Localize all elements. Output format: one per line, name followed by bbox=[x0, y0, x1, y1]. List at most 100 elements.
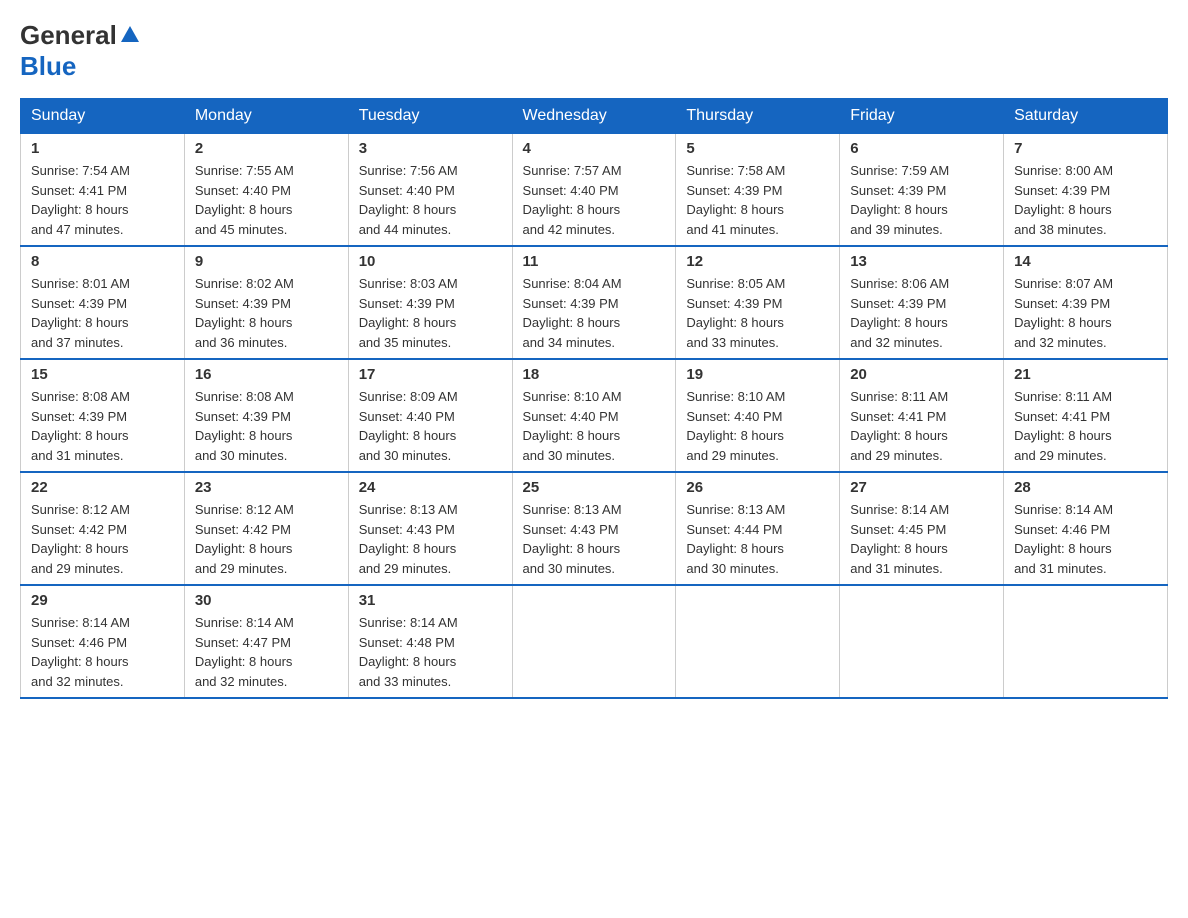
day-info: Sunrise: 8:04 AMSunset: 4:39 PMDaylight:… bbox=[523, 276, 622, 350]
day-info: Sunrise: 8:13 AMSunset: 4:43 PMDaylight:… bbox=[359, 502, 458, 576]
calendar-week-row: 8 Sunrise: 8:01 AMSunset: 4:39 PMDaylight… bbox=[21, 246, 1168, 359]
day-info: Sunrise: 8:13 AMSunset: 4:44 PMDaylight:… bbox=[686, 502, 785, 576]
calendar-header-tuesday: Tuesday bbox=[348, 99, 512, 134]
calendar-day-cell: 26 Sunrise: 8:13 AMSunset: 4:44 PMDayligh… bbox=[676, 472, 840, 585]
calendar-day-cell: 31 Sunrise: 8:14 AMSunset: 4:48 PMDayligh… bbox=[348, 585, 512, 698]
day-number: 5 bbox=[686, 140, 829, 157]
day-info: Sunrise: 8:12 AMSunset: 4:42 PMDaylight:… bbox=[195, 502, 294, 576]
calendar-day-cell: 16Sunrise: 8:08 AMSunset: 4:39 PMDayligh… bbox=[184, 359, 348, 472]
calendar-day-cell bbox=[840, 585, 1004, 698]
day-number: 14 bbox=[1014, 253, 1157, 270]
logo-triangle-icon bbox=[121, 26, 139, 47]
day-info: Sunrise: 8:03 AMSunset: 4:39 PMDaylight:… bbox=[359, 276, 458, 350]
day-info: Sunrise: 8:12 AMSunset: 4:42 PMDaylight:… bbox=[31, 502, 130, 576]
day-number: 12 bbox=[686, 253, 829, 270]
calendar-day-cell: 30 Sunrise: 8:14 AMSunset: 4:47 PMDayligh… bbox=[184, 585, 348, 698]
calendar-day-cell: 9 Sunrise: 8:02 AMSunset: 4:39 PMDaylight… bbox=[184, 246, 348, 359]
day-number: 4 bbox=[523, 140, 666, 157]
calendar-header-thursday: Thursday bbox=[676, 99, 840, 134]
calendar-header-wednesday: Wednesday bbox=[512, 99, 676, 134]
day-info: Sunrise: 8:10 AMSunset: 4:40 PMDaylight:… bbox=[523, 389, 622, 463]
calendar-day-cell: 7Sunrise: 8:00 AMSunset: 4:39 PMDaylight… bbox=[1004, 134, 1168, 247]
day-number: 1 bbox=[31, 140, 174, 157]
day-number: 23 bbox=[195, 479, 338, 496]
calendar-day-cell bbox=[676, 585, 840, 698]
day-number: 15 bbox=[31, 366, 174, 383]
calendar-day-cell: 3 Sunrise: 7:56 AMSunset: 4:40 PMDaylight… bbox=[348, 134, 512, 247]
calendar-day-cell: 11 Sunrise: 8:04 AMSunset: 4:39 PMDayligh… bbox=[512, 246, 676, 359]
calendar-day-cell: 28 Sunrise: 8:14 AMSunset: 4:46 PMDayligh… bbox=[1004, 472, 1168, 585]
calendar-week-row: 22Sunrise: 8:12 AMSunset: 4:42 PMDayligh… bbox=[21, 472, 1168, 585]
day-number: 9 bbox=[195, 253, 338, 270]
calendar-day-cell: 12 Sunrise: 8:05 AMSunset: 4:39 PMDayligh… bbox=[676, 246, 840, 359]
day-info: Sunrise: 8:14 AMSunset: 4:48 PMDaylight:… bbox=[359, 615, 458, 689]
calendar-day-cell: 27 Sunrise: 8:14 AMSunset: 4:45 PMDayligh… bbox=[840, 472, 1004, 585]
day-number: 10 bbox=[359, 253, 502, 270]
calendar-day-cell: 20 Sunrise: 8:11 AMSunset: 4:41 PMDayligh… bbox=[840, 359, 1004, 472]
day-info: Sunrise: 8:06 AMSunset: 4:39 PMDaylight:… bbox=[850, 276, 949, 350]
calendar-day-cell: 14Sunrise: 8:07 AMSunset: 4:39 PMDayligh… bbox=[1004, 246, 1168, 359]
calendar-day-cell bbox=[1004, 585, 1168, 698]
calendar-day-cell: 22Sunrise: 8:12 AMSunset: 4:42 PMDayligh… bbox=[21, 472, 185, 585]
day-number: 17 bbox=[359, 366, 502, 383]
calendar-day-cell: 15 Sunrise: 8:08 AMSunset: 4:39 PMDayligh… bbox=[21, 359, 185, 472]
day-number: 6 bbox=[850, 140, 993, 157]
day-number: 18 bbox=[523, 366, 666, 383]
day-info: Sunrise: 8:13 AMSunset: 4:43 PMDaylight:… bbox=[523, 502, 622, 576]
calendar-day-cell: 24 Sunrise: 8:13 AMSunset: 4:43 PMDayligh… bbox=[348, 472, 512, 585]
calendar-header-sunday: Sunday bbox=[21, 99, 185, 134]
day-number: 26 bbox=[686, 479, 829, 496]
calendar-header-friday: Friday bbox=[840, 99, 1004, 134]
day-info: Sunrise: 8:14 AMSunset: 4:45 PMDaylight:… bbox=[850, 502, 949, 576]
calendar-header-saturday: Saturday bbox=[1004, 99, 1168, 134]
calendar-table: SundayMondayTuesdayWednesdayThursdayFrid… bbox=[20, 98, 1168, 699]
day-number: 8 bbox=[31, 253, 174, 270]
calendar-day-cell: 19 Sunrise: 8:10 AMSunset: 4:40 PMDayligh… bbox=[676, 359, 840, 472]
calendar-day-cell: 6 Sunrise: 7:59 AMSunset: 4:39 PMDaylight… bbox=[840, 134, 1004, 247]
day-info: Sunrise: 8:14 AMSunset: 4:46 PMDaylight:… bbox=[31, 615, 130, 689]
calendar-week-row: 1Sunrise: 7:54 AMSunset: 4:41 PMDaylight… bbox=[21, 134, 1168, 247]
day-info: Sunrise: 8:08 AMSunset: 4:39 PMDaylight:… bbox=[31, 389, 130, 463]
calendar-day-cell: 25 Sunrise: 8:13 AMSunset: 4:43 PMDayligh… bbox=[512, 472, 676, 585]
day-info: Sunrise: 7:55 AMSunset: 4:40 PMDaylight:… bbox=[195, 163, 294, 237]
calendar-day-cell: 13Sunrise: 8:06 AMSunset: 4:39 PMDayligh… bbox=[840, 246, 1004, 359]
day-info: Sunrise: 8:02 AMSunset: 4:39 PMDaylight:… bbox=[195, 276, 294, 350]
day-number: 25 bbox=[523, 479, 666, 496]
day-info: Sunrise: 7:56 AMSunset: 4:40 PMDaylight:… bbox=[359, 163, 458, 237]
day-info: Sunrise: 8:05 AMSunset: 4:39 PMDaylight:… bbox=[686, 276, 785, 350]
day-info: Sunrise: 7:59 AMSunset: 4:39 PMDaylight:… bbox=[850, 163, 949, 237]
day-number: 31 bbox=[359, 592, 502, 609]
calendar-day-cell: 18 Sunrise: 8:10 AMSunset: 4:40 PMDayligh… bbox=[512, 359, 676, 472]
calendar-day-cell bbox=[512, 585, 676, 698]
day-number: 11 bbox=[523, 253, 666, 270]
day-number: 2 bbox=[195, 140, 338, 157]
day-info: Sunrise: 8:01 AMSunset: 4:39 PMDaylight:… bbox=[31, 276, 130, 350]
day-info: Sunrise: 8:09 AMSunset: 4:40 PMDaylight:… bbox=[359, 389, 458, 463]
day-number: 24 bbox=[359, 479, 502, 496]
day-number: 19 bbox=[686, 366, 829, 383]
day-number: 28 bbox=[1014, 479, 1157, 496]
calendar-day-cell: 4 Sunrise: 7:57 AMSunset: 4:40 PMDaylight… bbox=[512, 134, 676, 247]
day-info: Sunrise: 8:10 AMSunset: 4:40 PMDaylight:… bbox=[686, 389, 785, 463]
day-info: Sunrise: 7:57 AMSunset: 4:40 PMDaylight:… bbox=[523, 163, 622, 237]
day-number: 20 bbox=[850, 366, 993, 383]
day-number: 21 bbox=[1014, 366, 1157, 383]
calendar-week-row: 15 Sunrise: 8:08 AMSunset: 4:39 PMDayligh… bbox=[21, 359, 1168, 472]
day-number: 27 bbox=[850, 479, 993, 496]
day-info: Sunrise: 8:00 AMSunset: 4:39 PMDaylight:… bbox=[1014, 163, 1113, 237]
calendar-header-monday: Monday bbox=[184, 99, 348, 134]
calendar-day-cell: 21 Sunrise: 8:11 AMSunset: 4:41 PMDayligh… bbox=[1004, 359, 1168, 472]
day-info: Sunrise: 8:11 AMSunset: 4:41 PMDaylight:… bbox=[1014, 389, 1112, 463]
calendar-day-cell: 5Sunrise: 7:58 AMSunset: 4:39 PMDaylight… bbox=[676, 134, 840, 247]
day-number: 30 bbox=[195, 592, 338, 609]
calendar-day-cell: 23 Sunrise: 8:12 AMSunset: 4:42 PMDayligh… bbox=[184, 472, 348, 585]
calendar-day-cell: 1Sunrise: 7:54 AMSunset: 4:41 PMDaylight… bbox=[21, 134, 185, 247]
day-number: 3 bbox=[359, 140, 502, 157]
day-info: Sunrise: 8:14 AMSunset: 4:47 PMDaylight:… bbox=[195, 615, 294, 689]
day-info: Sunrise: 8:14 AMSunset: 4:46 PMDaylight:… bbox=[1014, 502, 1113, 576]
day-info: Sunrise: 8:11 AMSunset: 4:41 PMDaylight:… bbox=[850, 389, 948, 463]
calendar-day-cell: 17 Sunrise: 8:09 AMSunset: 4:40 PMDayligh… bbox=[348, 359, 512, 472]
day-number: 16 bbox=[195, 366, 338, 383]
calendar-day-cell: 2 Sunrise: 7:55 AMSunset: 4:40 PMDaylight… bbox=[184, 134, 348, 247]
day-number: 29 bbox=[31, 592, 174, 609]
